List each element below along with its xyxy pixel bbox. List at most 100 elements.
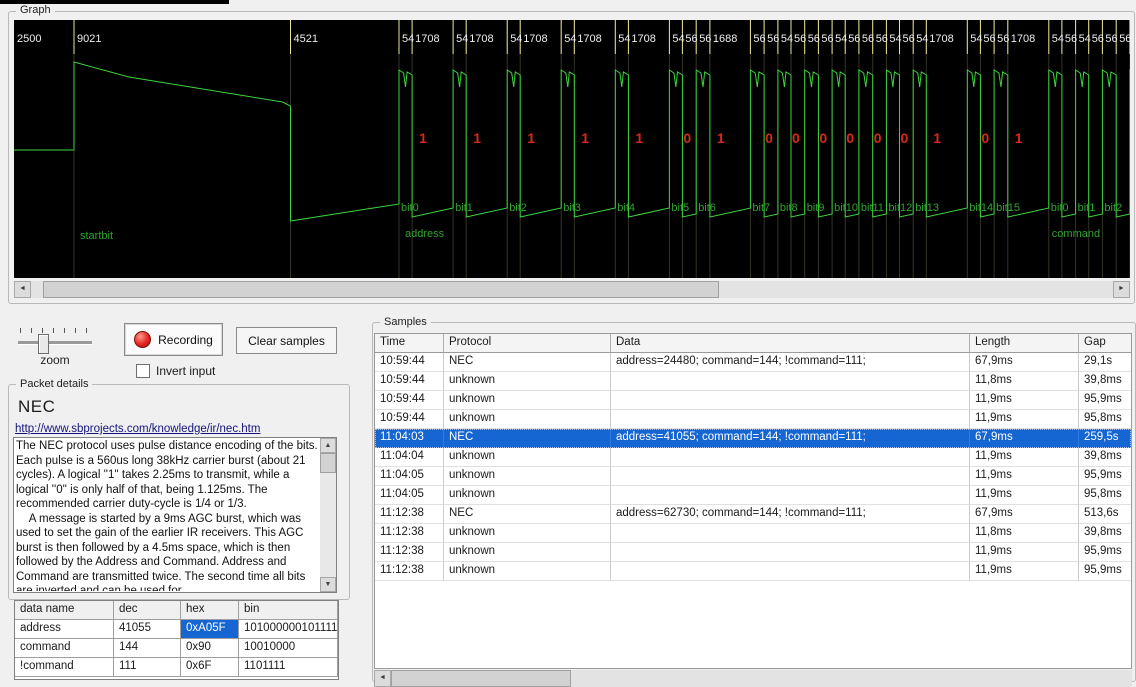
samples-header-row: TimeProtocolDataLengthGap bbox=[375, 334, 1131, 353]
bit-value: 1 bbox=[527, 130, 535, 146]
fields-cell[interactable]: !command bbox=[15, 658, 114, 677]
fields-cell[interactable]: 10010000 bbox=[239, 639, 338, 658]
description-scroll-thumb[interactable] bbox=[320, 453, 336, 473]
bit-label: bit12 bbox=[888, 202, 912, 214]
samples-cell: unknown bbox=[444, 543, 611, 562]
samples-cell: unknown bbox=[444, 562, 611, 581]
samples-cell: address=62730; command=144; !command=111… bbox=[611, 505, 970, 524]
waveform-plot[interactable]: 2500902145215417085417085417085417085417… bbox=[14, 20, 1130, 278]
samples-header-protocol[interactable]: Protocol bbox=[444, 334, 611, 353]
samples-row-6[interactable]: 11:04:05unknown11,9ms95,9ms bbox=[375, 467, 1131, 486]
fields-cell[interactable]: 41055 bbox=[114, 620, 181, 639]
samples-cell: 11:04:03 bbox=[375, 429, 444, 448]
samples-cell: 11,9ms bbox=[970, 467, 1079, 486]
zoom-slider-track[interactable] bbox=[18, 341, 92, 345]
zoom-slider-ticks bbox=[20, 328, 90, 333]
samples-row-1[interactable]: 10:59:44unknown11,8ms39,8ms bbox=[375, 372, 1131, 391]
samples-row-0[interactable]: 10:59:44NECaddress=24480; command=144; !… bbox=[375, 353, 1131, 372]
fields-cell[interactable]: 1101111 bbox=[239, 658, 338, 677]
samples-cell: 11:12:38 bbox=[375, 524, 444, 543]
samples-row-10[interactable]: 11:12:38unknown11,9ms95,9ms bbox=[375, 543, 1131, 562]
samples-row-7[interactable]: 11:04:05unknown11,9ms95,8ms bbox=[375, 486, 1131, 505]
samples-row-5[interactable]: 11:04:04unknown11,9ms39,8ms bbox=[375, 448, 1131, 467]
packet-details-group-label: Packet details bbox=[16, 378, 92, 390]
bit-label: bit0 bbox=[1051, 202, 1069, 214]
bit-label: bit6 bbox=[698, 202, 716, 214]
duration-label: 56 bbox=[1119, 33, 1130, 45]
fields-cell[interactable]: 144 bbox=[114, 639, 181, 658]
fields-cell[interactable]: address bbox=[15, 620, 114, 639]
samples-row-2[interactable]: 10:59:44unknown11,9ms95,9ms bbox=[375, 391, 1131, 410]
invert-input-checkbox-row[interactable]: Invert input bbox=[136, 364, 215, 378]
scroll-up-icon[interactable]: ▲ bbox=[320, 438, 336, 453]
protocol-description-box[interactable]: The NEC protocol uses pulse distance enc… bbox=[13, 437, 337, 593]
samples-scroll-track[interactable] bbox=[391, 670, 1132, 687]
bit-label: bit5 bbox=[671, 202, 689, 214]
zoom-slider-handle[interactable] bbox=[38, 334, 49, 354]
fields-row-!command[interactable]: !command1110x6F1101111 bbox=[15, 658, 338, 677]
duration-label: 1708 bbox=[469, 33, 493, 45]
bit-value: 1 bbox=[933, 130, 941, 146]
duration-label: 56 bbox=[753, 33, 765, 45]
duration-label: 54 bbox=[916, 33, 928, 45]
checkbox-icon[interactable] bbox=[136, 364, 150, 378]
fields-cell[interactable]: 0x90 bbox=[181, 639, 239, 658]
samples-header-time[interactable]: Time bbox=[375, 334, 444, 353]
fields-cell[interactable]: 0x6F bbox=[181, 658, 239, 677]
bit-value: 0 bbox=[901, 130, 909, 146]
scroll-left-icon[interactable]: ◄ bbox=[374, 670, 391, 687]
fields-cell[interactable]: 1010000001011111 bbox=[239, 620, 338, 639]
samples-cell: 11,9ms bbox=[970, 543, 1079, 562]
samples-row-9[interactable]: 11:12:38unknown11,8ms39,8ms bbox=[375, 524, 1131, 543]
zoom-slider[interactable]: zoom bbox=[16, 326, 94, 366]
duration-label: 54 bbox=[564, 33, 576, 45]
graph-scroll-thumb[interactable] bbox=[43, 281, 719, 298]
samples-cell: unknown bbox=[444, 524, 611, 543]
samples-cell: 67,9ms bbox=[970, 353, 1079, 372]
bit-label: bit10 bbox=[834, 202, 858, 214]
samples-cell: 95,9ms bbox=[1079, 391, 1132, 410]
protocol-link[interactable]: http://www.sbprojects.com/knowledge/ir/n… bbox=[15, 423, 260, 435]
duration-label: 54 bbox=[889, 33, 901, 45]
samples-cell bbox=[611, 410, 970, 429]
scroll-right-icon[interactable]: ► bbox=[1113, 281, 1130, 298]
waveform-svg: 2500902145215417085417085417085417085417… bbox=[14, 20, 1130, 278]
fields-row-command[interactable]: command1440x9010010000 bbox=[15, 639, 338, 658]
samples-cell: 11:04:05 bbox=[375, 486, 444, 505]
bit-label: bit15 bbox=[996, 202, 1020, 214]
samples-cell: 10:59:44 bbox=[375, 391, 444, 410]
samples-scroll-thumb[interactable] bbox=[391, 670, 571, 687]
duration-label: 54 bbox=[970, 33, 982, 45]
samples-header-data[interactable]: Data bbox=[611, 334, 970, 353]
scroll-down-icon[interactable]: ▼ bbox=[320, 577, 336, 592]
fields-cell[interactable]: command bbox=[15, 639, 114, 658]
bit-value: 0 bbox=[846, 130, 854, 146]
graph-horizontal-scrollbar[interactable]: ◄ ► bbox=[14, 281, 1130, 298]
samples-cell: NEC bbox=[444, 505, 611, 524]
description-vertical-scrollbar[interactable]: ▲ ▼ bbox=[320, 438, 336, 592]
samples-row-3[interactable]: 10:59:44unknown11,9ms95,8ms bbox=[375, 410, 1131, 429]
bit-label: bit9 bbox=[807, 202, 825, 214]
fields-cell[interactable]: 0xA05F bbox=[181, 620, 239, 639]
samples-cell: unknown bbox=[444, 391, 611, 410]
recording-button[interactable]: Recording bbox=[124, 323, 223, 356]
samples-cell bbox=[611, 562, 970, 581]
samples-cell: 11:04:05 bbox=[375, 467, 444, 486]
clear-samples-button[interactable]: Clear samples bbox=[236, 327, 337, 354]
samples-horizontal-scrollbar[interactable]: ◄ bbox=[374, 670, 1132, 687]
graph-scroll-track[interactable] bbox=[31, 281, 1113, 298]
fields-cell[interactable]: 111 bbox=[114, 658, 181, 677]
scroll-left-icon[interactable]: ◄ bbox=[14, 281, 31, 298]
samples-row-8[interactable]: 11:12:38NECaddress=62730; command=144; !… bbox=[375, 505, 1131, 524]
samples-row-11[interactable]: 11:12:38unknown11,9ms95,9ms bbox=[375, 562, 1131, 581]
bit-value: 1 bbox=[717, 130, 725, 146]
bit-value: 0 bbox=[765, 130, 773, 146]
samples-header-length[interactable]: Length bbox=[970, 334, 1079, 353]
record-icon bbox=[134, 331, 151, 348]
samples-cell: 95,9ms bbox=[1079, 562, 1132, 581]
fields-row-address[interactable]: address410550xA05F1010000001011111 bbox=[15, 620, 338, 639]
samples-group-label: Samples bbox=[380, 316, 431, 328]
samples-cell: NEC bbox=[444, 353, 611, 372]
samples-row-4[interactable]: 11:04:03NECaddress=41055; command=144; !… bbox=[375, 429, 1131, 448]
samples-header-gap[interactable]: Gap bbox=[1079, 334, 1132, 353]
